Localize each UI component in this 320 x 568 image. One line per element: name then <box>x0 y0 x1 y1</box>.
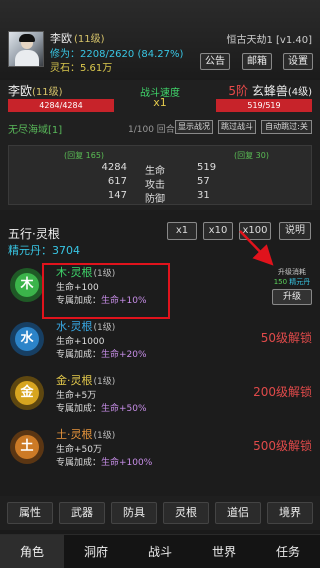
wood-orb-icon: 木 <box>10 268 44 302</box>
show-status-button[interactable]: 显示战况 <box>175 120 213 134</box>
tab-character[interactable]: 角色 <box>0 535 64 568</box>
tab-attributes[interactable]: 属性 <box>7 502 53 524</box>
enemy-tier: 5阶 <box>228 84 248 98</box>
player-stat-life: 4284 <box>101 162 127 173</box>
sub-tab-bar: 属性 武器 防具 灵根 道侣 境界 <box>0 496 320 530</box>
settings-button[interactable]: 设置 <box>283 53 313 70</box>
wood-glyph: 木 <box>15 273 39 297</box>
bonus-value: 生命+50% <box>101 404 147 414</box>
enemy-stat-defense: 31 <box>197 190 210 201</box>
multiplier-x10-button[interactable]: x10 <box>203 222 233 240</box>
cultivation-progress: 修为：2208/2620 (84.27%) <box>50 49 184 60</box>
root-row-metal[interactable]: 金 金·灵根(1级) 生命+5万 专属加成：生命+50% 200级解锁 <box>0 370 320 420</box>
metal-glyph: 金 <box>15 381 39 405</box>
stat-label-attack: 攻击 <box>145 180 165 191</box>
multiplier-x1-button[interactable]: x1 <box>167 222 197 240</box>
root-title: 金·灵根(1级) <box>56 372 115 388</box>
round-counter: 1/100 回合 <box>128 125 175 135</box>
upgrade-cost-label: 升级消耗 <box>278 268 306 276</box>
unlock-requirement: 50级解锁 <box>260 331 312 345</box>
player-stat-attack: 617 <box>107 176 127 187</box>
battle-stats-box: (回复 165) (回复 30) 4284 生命 519 617 攻击 57 1… <box>8 145 312 205</box>
root-name: 土·灵根 <box>56 428 93 441</box>
bonus-label: 专属加成： <box>56 350 102 360</box>
tab-quest[interactable]: 任务 <box>256 535 320 568</box>
enemy-regen: (回复 30) <box>234 151 269 160</box>
bonus-label: 专属加成： <box>56 458 102 468</box>
section-title: 五行·灵根 <box>8 227 60 241</box>
help-button[interactable]: 说明 <box>279 222 311 240</box>
yuan-dan-count: 精元丹：3704 <box>8 244 80 257</box>
earth-glyph: 土 <box>15 435 39 459</box>
metal-orb-icon: 金 <box>10 376 44 410</box>
enemy-level: (4级) <box>287 87 312 98</box>
skip-battle-button[interactable]: 跳过战斗 <box>218 120 256 134</box>
auto-skip-toggle[interactable]: 自动跳过:关 <box>261 120 312 134</box>
unlock-requirement: 200级解锁 <box>253 385 312 399</box>
player-avatar[interactable] <box>8 31 44 67</box>
mail-button[interactable]: 邮箱 <box>242 53 272 70</box>
unlock-requirement: 500级解锁 <box>253 439 312 453</box>
tab-linggen[interactable]: 灵根 <box>163 502 209 524</box>
highlight-box <box>42 263 170 319</box>
root-name: 水·灵根 <box>56 320 93 333</box>
enemy-hp-bar: 519/519 <box>216 99 312 112</box>
enemy-name: 5阶 玄蜂兽(4级) <box>228 82 312 99</box>
root-level: (1级) <box>93 377 116 387</box>
tab-companion[interactable]: 道侣 <box>215 502 261 524</box>
root-life: 生命+50万 <box>56 445 102 455</box>
battle-panel: 李欧(11级) 4284/4284 战斗速度 x1 5阶 玄蜂兽(4级) 519… <box>0 80 320 210</box>
earth-orb-icon: 土 <box>10 430 44 464</box>
zone-name: 无尽海域[1] <box>8 125 63 136</box>
upgrade-panel: 升级消耗 150 精元丹 升级 <box>268 267 316 305</box>
water-glyph: 水 <box>15 327 39 351</box>
root-bonus: 专属加成：生命+50% <box>56 401 147 414</box>
bonus-value: 生命+20% <box>101 350 147 360</box>
bonus-label: 专属加成： <box>56 404 102 414</box>
root-level: (1级) <box>93 431 116 441</box>
root-bonus: 专属加成：生命+20% <box>56 347 147 360</box>
root-level: (1级) <box>93 323 116 333</box>
root-title: 土·灵根(1级) <box>56 426 115 442</box>
upgrade-cost-amount: 150 <box>273 278 288 286</box>
stat-label-defense: 防御 <box>145 194 165 205</box>
player-name-text: 李欧 <box>50 32 72 45</box>
version-label: 恒古天劫1 [v1.40] <box>226 35 312 46</box>
tab-armor[interactable]: 防具 <box>111 502 157 524</box>
root-row-water[interactable]: 水 水·灵根(1级) 生命+1000 专属加成：生命+20% 50级解锁 <box>0 316 320 366</box>
multiplier-x100-button[interactable]: x100 <box>239 222 271 240</box>
stat-label-life: 生命 <box>145 166 165 177</box>
root-row-earth[interactable]: 土 土·灵根(1级) 生命+50万 专属加成：生命+100% 500级解锁 <box>0 424 320 474</box>
enemy-stat-life: 519 <box>197 162 217 173</box>
root-title: 水·灵根(1级) <box>56 318 115 334</box>
upgrade-button[interactable]: 升级 <box>272 289 312 305</box>
enemy-name-text: 玄蜂兽 <box>248 84 288 98</box>
tab-world[interactable]: 世界 <box>192 535 256 568</box>
root-bonus: 专属加成：生命+100% <box>56 455 152 468</box>
player-regen: (回复 165) <box>64 151 105 160</box>
root-life: 生命+1000 <box>56 337 105 347</box>
tab-weapon[interactable]: 武器 <box>59 502 105 524</box>
player-stat-defense: 147 <box>107 190 127 201</box>
spirit-stone-count: 灵石：5.61万 <box>50 63 113 74</box>
enemy-stat-attack: 57 <box>197 176 210 187</box>
upgrade-cost: 150 精元丹 <box>268 277 316 287</box>
root-life: 生命+5万 <box>56 391 97 401</box>
root-name: 金·灵根 <box>56 374 93 387</box>
player-name: 李欧 (11级) <box>50 30 105 46</box>
bonus-value: 生命+100% <box>101 458 153 468</box>
upgrade-cost-item: 精元丹 <box>287 278 311 286</box>
tab-battle[interactable]: 战斗 <box>128 535 192 568</box>
main-tab-bar: 角色 洞府 战斗 世界 任务 <box>0 534 320 568</box>
notice-button[interactable]: 公告 <box>200 53 230 70</box>
water-orb-icon: 水 <box>10 322 44 356</box>
player-header: 李欧 (11级) 修为：2208/2620 (84.27%) 灵石：5.61万 恒… <box>0 0 320 80</box>
tab-realm[interactable]: 境界 <box>267 502 313 524</box>
player-level: (11级) <box>74 34 105 45</box>
tab-cave[interactable]: 洞府 <box>64 535 128 568</box>
